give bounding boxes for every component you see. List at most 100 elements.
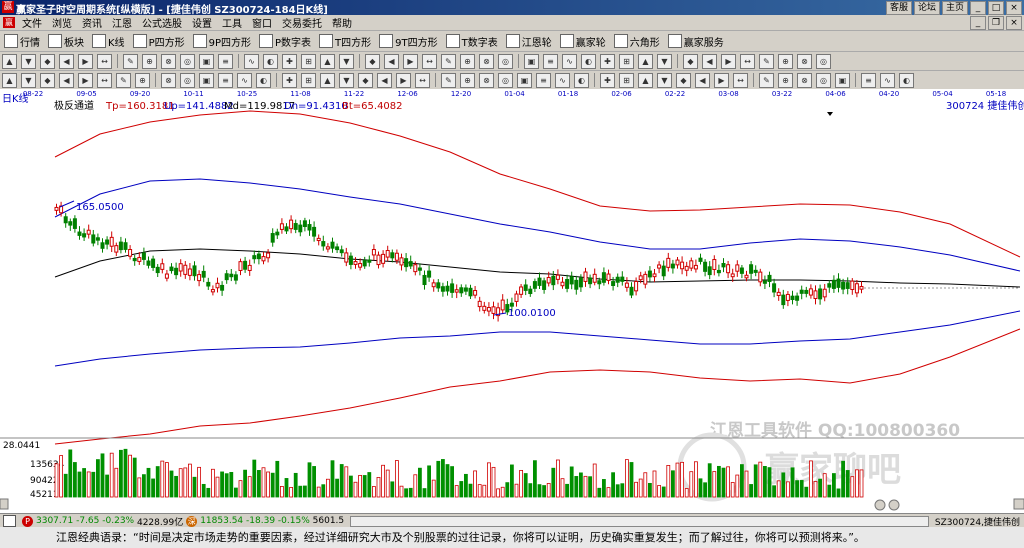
draw-tool-icon-22[interactable]: ✎ bbox=[441, 53, 456, 69]
toolbar-button-4[interactable]: 9P四方形 bbox=[189, 33, 255, 49]
chart-tool-icon-18[interactable]: ◆ bbox=[358, 72, 373, 88]
draw-tool-icon-16[interactable]: ▲ bbox=[320, 53, 335, 69]
chart-tool-icon-30[interactable]: ✚ bbox=[600, 72, 615, 88]
draw-tool-icon-36[interactable]: ▶ bbox=[721, 53, 736, 69]
menu-settings[interactable]: 设置 bbox=[187, 15, 217, 30]
chart-tool-icon-41[interactable]: ◎ bbox=[816, 72, 831, 88]
draw-tool-icon-4[interactable]: ▶ bbox=[78, 53, 93, 69]
chart-tool-icon-37[interactable]: ↔ bbox=[733, 72, 748, 88]
index1-icon[interactable]: P bbox=[22, 515, 33, 527]
toolbar-button-12[interactable]: 赢家服务 bbox=[664, 33, 728, 49]
chart-tool-icon-45[interactable]: ◐ bbox=[899, 72, 914, 88]
draw-tool-icon-15[interactable]: ⊞ bbox=[301, 53, 316, 69]
chart-tool-icon-39[interactable]: ⊕ bbox=[778, 72, 793, 88]
menu-gann[interactable]: 江恩 bbox=[107, 15, 137, 30]
toolbar-button-5[interactable]: P数字表 bbox=[255, 33, 315, 49]
draw-tool-icon-26[interactable]: ▣ bbox=[524, 53, 539, 69]
chart-tool-icon-27[interactable]: ≡ bbox=[536, 72, 551, 88]
chart-tool-icon-20[interactable]: ▶ bbox=[396, 72, 411, 88]
menu-browse[interactable]: 浏览 bbox=[47, 15, 77, 30]
chart-tool-icon-28[interactable]: ∿ bbox=[555, 72, 570, 88]
draw-tool-icon-6[interactable]: ✎ bbox=[123, 53, 138, 69]
draw-tool-icon-19[interactable]: ◀ bbox=[384, 53, 399, 69]
menu-tools[interactable]: 工具 bbox=[217, 15, 247, 30]
child-restore-icon[interactable]: ❐ bbox=[988, 16, 1004, 30]
draw-tool-icon-25[interactable]: ◎ bbox=[498, 53, 513, 69]
draw-tool-icon-24[interactable]: ⊗ bbox=[479, 53, 494, 69]
draw-tool-icon-30[interactable]: ✚ bbox=[600, 53, 615, 69]
chart-tool-icon-0[interactable]: ▲ bbox=[2, 72, 17, 88]
chart-tool-icon-15[interactable]: ⊞ bbox=[301, 72, 316, 88]
chart-tool-icon-23[interactable]: ⊕ bbox=[460, 72, 475, 88]
chart-tool-icon-35[interactable]: ◀ bbox=[695, 72, 710, 88]
draw-tool-icon-18[interactable]: ◆ bbox=[365, 53, 380, 69]
chart-tool-icon-21[interactable]: ↔ bbox=[415, 72, 430, 88]
chart-tool-icon-12[interactable]: ∿ bbox=[237, 72, 252, 88]
draw-tool-icon-13[interactable]: ◐ bbox=[263, 53, 278, 69]
draw-tool-icon-3[interactable]: ◀ bbox=[59, 53, 74, 69]
toolbar-button-9[interactable]: 江恩轮 bbox=[502, 33, 556, 49]
chart-tool-icon-33[interactable]: ▼ bbox=[657, 72, 672, 88]
toolbar-button-7[interactable]: 9T四方形 bbox=[375, 33, 441, 49]
calendar-icon[interactable] bbox=[3, 515, 16, 527]
toolbar-button-6[interactable]: T四方形 bbox=[315, 33, 375, 49]
child-close-icon[interactable]: × bbox=[1006, 16, 1022, 30]
chart-tool-icon-34[interactable]: ◆ bbox=[676, 72, 691, 88]
menu-trade[interactable]: 交易委托 bbox=[277, 15, 327, 30]
chart-tool-icon-5[interactable]: ↔ bbox=[97, 72, 112, 88]
draw-tool-icon-12[interactable]: ∿ bbox=[244, 53, 259, 69]
draw-tool-icon-31[interactable]: ⊞ bbox=[619, 53, 634, 69]
close-icon[interactable]: × bbox=[1006, 1, 1022, 15]
menu-info[interactable]: 资讯 bbox=[77, 15, 107, 30]
child-minimize-icon[interactable]: _ bbox=[970, 16, 986, 30]
draw-tool-icon-33[interactable]: ▼ bbox=[657, 53, 672, 69]
toolbar-button-0[interactable]: 行情 bbox=[0, 33, 44, 49]
draw-tool-icon-40[interactable]: ⊗ bbox=[797, 53, 812, 69]
chart-tool-icon-6[interactable]: ✎ bbox=[116, 72, 131, 88]
draw-tool-icon-9[interactable]: ◎ bbox=[180, 53, 195, 69]
chart-tool-icon-2[interactable]: ◆ bbox=[40, 72, 55, 88]
scroll-right-icon[interactable] bbox=[1013, 498, 1024, 510]
draw-tool-icon-8[interactable]: ⊗ bbox=[161, 53, 176, 69]
draw-tool-icon-37[interactable]: ↔ bbox=[740, 53, 755, 69]
chart-tool-icon-11[interactable]: ≡ bbox=[218, 72, 233, 88]
draw-tool-icon-7[interactable]: ⊕ bbox=[142, 53, 157, 69]
chart-tool-icon-25[interactable]: ◎ bbox=[498, 72, 513, 88]
chart-tool-icon-17[interactable]: ▼ bbox=[339, 72, 354, 88]
draw-tool-icon-29[interactable]: ◐ bbox=[581, 53, 596, 69]
chart-tool-icon-42[interactable]: ▣ bbox=[835, 72, 850, 88]
maximize-icon[interactable]: □ bbox=[988, 1, 1004, 15]
menu-help[interactable]: 帮助 bbox=[327, 15, 357, 30]
index2-icon[interactable]: 深 bbox=[186, 515, 198, 527]
draw-tool-icon-28[interactable]: ∿ bbox=[562, 53, 577, 69]
chart-tool-icon-26[interactable]: ▣ bbox=[517, 72, 532, 88]
link-service[interactable]: 客服 bbox=[885, 1, 912, 15]
minimize-icon[interactable]: _ bbox=[970, 1, 986, 15]
chart-tool-icon-29[interactable]: ◐ bbox=[574, 72, 589, 88]
toolbar-button-2[interactable]: K线 bbox=[88, 33, 129, 49]
draw-tool-icon-21[interactable]: ↔ bbox=[422, 53, 437, 69]
chart-tool-icon-16[interactable]: ▲ bbox=[320, 72, 335, 88]
chart-tool-icon-8[interactable]: ⊗ bbox=[161, 72, 176, 88]
draw-tool-icon-14[interactable]: ✚ bbox=[282, 53, 297, 69]
chart-tool-icon-4[interactable]: ▶ bbox=[78, 72, 93, 88]
chart-tool-icon-22[interactable]: ✎ bbox=[441, 72, 456, 88]
chart-tool-icon-36[interactable]: ▶ bbox=[714, 72, 729, 88]
chart-tool-icon-44[interactable]: ∿ bbox=[880, 72, 895, 88]
chart-tool-icon-14[interactable]: ✚ bbox=[282, 72, 297, 88]
toolbar-button-11[interactable]: 六角形 bbox=[610, 33, 664, 49]
draw-tool-icon-41[interactable]: ◎ bbox=[816, 53, 831, 69]
draw-tool-icon-2[interactable]: ◆ bbox=[40, 53, 55, 69]
draw-tool-icon-23[interactable]: ⊕ bbox=[460, 53, 475, 69]
menu-file[interactable]: 文件 bbox=[17, 15, 47, 30]
chart-tool-icon-13[interactable]: ◐ bbox=[256, 72, 271, 88]
chart-tool-icon-7[interactable]: ⊕ bbox=[135, 72, 150, 88]
chart-tool-icon-40[interactable]: ⊗ bbox=[797, 72, 812, 88]
draw-tool-icon-20[interactable]: ▶ bbox=[403, 53, 418, 69]
chart-tool-icon-9[interactable]: ◎ bbox=[180, 72, 195, 88]
draw-tool-icon-17[interactable]: ▼ bbox=[339, 53, 354, 69]
chart-tool-icon-1[interactable]: ▼ bbox=[21, 72, 36, 88]
menu-window[interactable]: 窗口 bbox=[247, 15, 277, 30]
chart-area[interactable]: 08-22 09-05 09-20 10-11 10-25 11-08 11-22 12-06… bbox=[0, 89, 1024, 513]
draw-tool-icon-5[interactable]: ↔ bbox=[97, 53, 112, 69]
